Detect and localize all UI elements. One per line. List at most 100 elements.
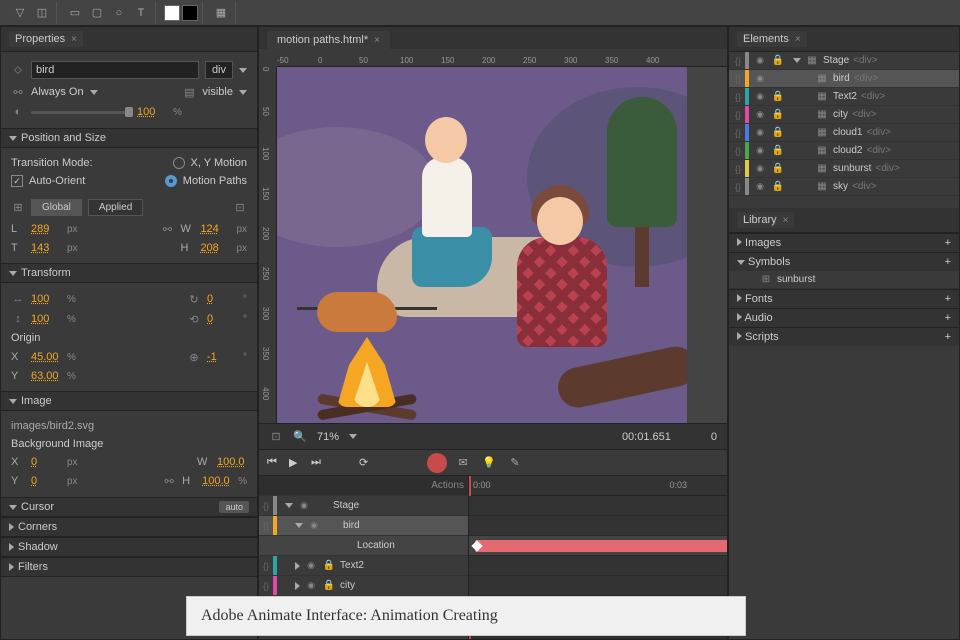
element-row-cloud1[interactable]: {} 🔒 ▦ cloud1 <div> xyxy=(729,124,959,142)
height-value[interactable]: 208 xyxy=(200,242,230,254)
bg-y-value[interactable]: 0 xyxy=(31,475,61,487)
eye-icon[interactable] xyxy=(297,499,311,513)
close-icon[interactable]: × xyxy=(71,34,77,45)
eye-icon[interactable] xyxy=(304,559,318,573)
properties-tab[interactable]: Properties× xyxy=(9,31,83,47)
eye-icon[interactable] xyxy=(753,108,767,122)
element-row-bird[interactable]: {} ▦ bird <div> xyxy=(729,70,959,88)
timeline-layer-city[interactable]: {} 🔒 city xyxy=(259,576,468,596)
eye-icon[interactable] xyxy=(753,54,767,68)
image-header[interactable]: Image xyxy=(1,391,257,411)
corners-header[interactable]: Corners xyxy=(1,517,257,537)
time-ruler[interactable]: 0:00 0:03 xyxy=(469,476,727,496)
rot-y-value[interactable]: 0 xyxy=(207,313,237,325)
rot-z-value[interactable]: 0 xyxy=(207,293,237,305)
transform-tool[interactable]: ◫ xyxy=(32,3,52,23)
origin-picker-icon[interactable]: ⊕ xyxy=(187,350,201,364)
library-section-images[interactable]: Images+ xyxy=(729,233,959,252)
grid-toggle[interactable]: ▦ xyxy=(211,3,231,23)
size-mode-icon[interactable]: ⊡ xyxy=(233,201,247,215)
bg-w-value[interactable]: 100.0 xyxy=(217,456,247,468)
origin-y-value[interactable]: 63.00 xyxy=(31,370,61,382)
record-button[interactable] xyxy=(427,453,447,473)
applied-button[interactable]: Applied xyxy=(88,199,143,216)
eye-icon[interactable] xyxy=(753,126,767,140)
zoom-icon[interactable]: 🔍 xyxy=(293,430,307,444)
stroke-swatch[interactable] xyxy=(182,5,198,21)
skew-value[interactable]: -1 xyxy=(207,351,237,363)
select-tool[interactable]: ▽ xyxy=(10,3,30,23)
chevron-down-icon[interactable] xyxy=(239,90,247,95)
cursor-header[interactable]: Cursorauto xyxy=(1,497,257,517)
element-row-text2[interactable]: {} 🔒 ▦ Text2 <div> xyxy=(729,88,959,106)
bg-h-value[interactable]: 100.0 xyxy=(202,475,232,487)
eye-icon[interactable] xyxy=(753,180,767,194)
roundrect-tool[interactable]: ▢ xyxy=(87,3,107,23)
eye-icon[interactable] xyxy=(304,579,318,593)
element-row-sky[interactable]: {} 🔒 ▦ sky <div> xyxy=(729,178,959,196)
library-section-fonts[interactable]: Fonts+ xyxy=(729,289,959,308)
rewind-button[interactable]: ⏮ xyxy=(267,455,283,471)
timeline-property-location[interactable]: Location xyxy=(259,536,468,556)
timeline-layer-bird[interactable]: {} bird xyxy=(259,516,468,536)
add-icon[interactable]: + xyxy=(945,293,951,305)
eye-icon[interactable] xyxy=(753,144,767,158)
global-button[interactable]: Global xyxy=(31,199,82,216)
auto-orient-checkbox[interactable]: ✓ xyxy=(11,175,23,187)
element-row-sunburst[interactable]: {} 🔒 ▦ sunburst <div> xyxy=(729,160,959,178)
document-tab[interactable]: motion paths.html*× xyxy=(267,31,390,49)
add-icon[interactable]: + xyxy=(945,237,951,249)
opacity-value[interactable]: 100 xyxy=(137,106,167,118)
cursor-auto-value[interactable]: auto xyxy=(219,501,249,513)
filters-header[interactable]: Filters xyxy=(1,557,257,577)
eye-icon[interactable] xyxy=(753,90,767,104)
element-row-stage[interactable]: {} 🔒 ▦ Stage <div> xyxy=(729,52,959,70)
tag-selector[interactable]: div xyxy=(205,61,233,79)
add-icon[interactable]: + xyxy=(945,312,951,324)
left-value[interactable]: 289 xyxy=(31,223,61,235)
rect-tool[interactable]: ▭ xyxy=(65,3,85,23)
shadow-header[interactable]: Shadow xyxy=(1,537,257,557)
xy-motion-radio[interactable] xyxy=(173,157,185,169)
stage-artwork[interactable] xyxy=(277,67,687,423)
lock-icon[interactable]: 🔒 xyxy=(771,54,785,68)
library-tab[interactable]: Library× xyxy=(737,212,794,228)
lock-icon[interactable]: 🔒 xyxy=(771,144,785,158)
library-section-symbols[interactable]: Symbols+ xyxy=(729,252,959,271)
eye-icon[interactable] xyxy=(307,519,321,533)
motion-paths-radio[interactable] xyxy=(165,175,177,187)
lock-icon[interactable]: 🔒 xyxy=(771,126,785,140)
close-icon[interactable]: × xyxy=(374,35,380,46)
link-wh-icon[interactable]: ⚯ xyxy=(160,222,174,236)
lock-icon[interactable]: 🔒 xyxy=(322,579,336,593)
eye-icon[interactable] xyxy=(753,162,767,176)
width-value[interactable]: 124 xyxy=(200,223,230,235)
element-row-cloud2[interactable]: {} 🔒 ▦ cloud2 <div> xyxy=(729,142,959,160)
library-item[interactable]: ⊞sunburst xyxy=(729,271,959,289)
element-row-city[interactable]: {} 🔒 ▦ city <div> xyxy=(729,106,959,124)
lock-icon[interactable]: 🔒 xyxy=(771,90,785,104)
element-name-input[interactable] xyxy=(31,61,199,79)
position-size-header[interactable]: Position and Size xyxy=(1,128,257,148)
fill-swatch[interactable] xyxy=(164,5,180,21)
text-tool[interactable]: T xyxy=(131,3,151,23)
lock-icon[interactable]: 🔒 xyxy=(771,108,785,122)
ellipse-tool[interactable]: ○ xyxy=(109,3,129,23)
lock-icon[interactable]: 🔒 xyxy=(322,559,336,573)
keyframe-span[interactable] xyxy=(475,540,727,552)
add-icon[interactable]: + xyxy=(945,331,951,343)
pencil-button[interactable]: ✎ xyxy=(505,453,525,473)
transform-header[interactable]: Transform xyxy=(1,263,257,283)
timeline-layer-stage[interactable]: {} Stage xyxy=(259,496,468,516)
chevron-down-icon[interactable] xyxy=(90,90,98,95)
library-section-audio[interactable]: Audio+ xyxy=(729,308,959,327)
top-value[interactable]: 143 xyxy=(31,242,61,254)
chevron-down-icon[interactable] xyxy=(239,68,247,73)
opacity-slider[interactable] xyxy=(31,111,131,114)
library-section-scripts[interactable]: Scripts+ xyxy=(729,327,959,346)
ease-button[interactable]: ✉ xyxy=(453,453,473,473)
timeline-layer-text2[interactable]: {} 🔒 Text2 xyxy=(259,556,468,576)
scale-x-value[interactable]: 100 xyxy=(31,293,61,305)
lock-icon[interactable]: 🔒 xyxy=(771,162,785,176)
bg-x-value[interactable]: 0 xyxy=(31,456,61,468)
